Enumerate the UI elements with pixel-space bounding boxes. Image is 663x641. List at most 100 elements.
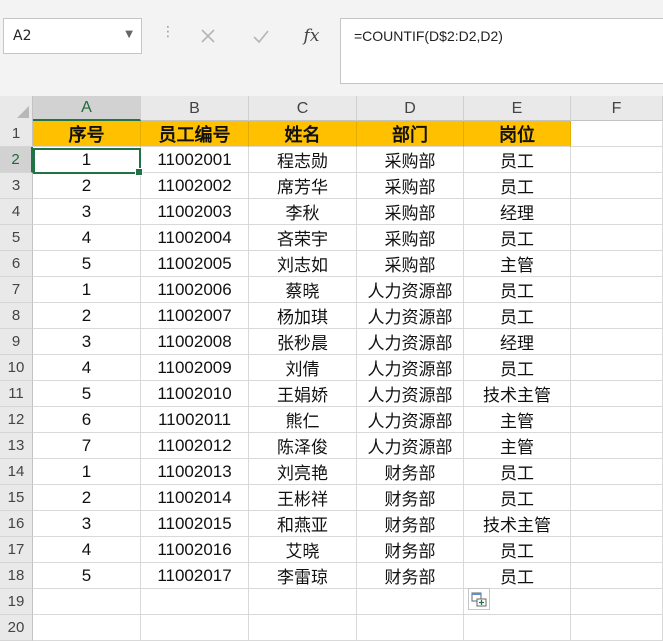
- row-header[interactable]: 8: [0, 303, 33, 329]
- cell-d9[interactable]: 人力资源部: [357, 329, 464, 355]
- cell-f8[interactable]: [571, 303, 663, 329]
- cell-d20[interactable]: [357, 615, 464, 641]
- cell-e6[interactable]: 主管: [464, 251, 571, 277]
- row-header[interactable]: 6: [0, 251, 33, 277]
- cell-f7[interactable]: [571, 277, 663, 303]
- cell-d10[interactable]: 人力资源部: [357, 355, 464, 381]
- cell-a17[interactable]: 4: [33, 537, 141, 563]
- cell-d2[interactable]: 采购部: [357, 147, 464, 173]
- cell-f11[interactable]: [571, 381, 663, 407]
- cell-c14[interactable]: 刘亮艳: [249, 459, 357, 485]
- cell-a3[interactable]: 2: [33, 173, 141, 199]
- cell-f6[interactable]: [571, 251, 663, 277]
- cell-e15[interactable]: 员工: [464, 485, 571, 511]
- cell-c19[interactable]: [249, 589, 357, 615]
- cell-f13[interactable]: [571, 433, 663, 459]
- cell-a9[interactable]: 3: [33, 329, 141, 355]
- cell-a8[interactable]: 2: [33, 303, 141, 329]
- cell-e8[interactable]: 员工: [464, 303, 571, 329]
- cell-c2[interactable]: 程志勋: [249, 147, 357, 173]
- row-header[interactable]: 11: [0, 381, 33, 407]
- row-header[interactable]: 13: [0, 433, 33, 459]
- cell-e10[interactable]: 员工: [464, 355, 571, 381]
- cell-e1[interactable]: 岗位: [464, 121, 571, 147]
- cell-b7[interactable]: 11002006: [141, 277, 249, 303]
- cell-f17[interactable]: [571, 537, 663, 563]
- cell-a13[interactable]: 7: [33, 433, 141, 459]
- cell-d12[interactable]: 人力资源部: [357, 407, 464, 433]
- cell-b12[interactable]: 11002011: [141, 407, 249, 433]
- confirm-formula-button[interactable]: [244, 18, 277, 54]
- row-header[interactable]: 18: [0, 563, 33, 589]
- cell-d5[interactable]: 采购部: [357, 225, 464, 251]
- cell-d18[interactable]: 财务部: [357, 563, 464, 589]
- cell-a14[interactable]: 1: [33, 459, 141, 485]
- column-header-e[interactable]: E: [464, 96, 571, 121]
- insert-function-button[interactable]: fx: [295, 18, 328, 54]
- cell-d7[interactable]: 人力资源部: [357, 277, 464, 303]
- cell-f16[interactable]: [571, 511, 663, 537]
- cell-f18[interactable]: [571, 563, 663, 589]
- cell-f15[interactable]: [571, 485, 663, 511]
- row-header[interactable]: 9: [0, 329, 33, 355]
- cell-b9[interactable]: 11002008: [141, 329, 249, 355]
- cell-b19[interactable]: [141, 589, 249, 615]
- cell-a1[interactable]: 序号: [33, 121, 141, 147]
- row-header[interactable]: 12: [0, 407, 33, 433]
- cell-b1[interactable]: 员工编号: [141, 121, 249, 147]
- cell-b18[interactable]: 11002017: [141, 563, 249, 589]
- cell-d1[interactable]: 部门: [357, 121, 464, 147]
- row-header[interactable]: 3: [0, 173, 33, 199]
- cell-a15[interactable]: 2: [33, 485, 141, 511]
- cell-e2[interactable]: 员工: [464, 147, 571, 173]
- cancel-formula-button[interactable]: [191, 18, 224, 54]
- cell-d14[interactable]: 财务部: [357, 459, 464, 485]
- cell-c5[interactable]: 吝荣宇: [249, 225, 357, 251]
- cell-c10[interactable]: 刘倩: [249, 355, 357, 381]
- cell-b10[interactable]: 11002009: [141, 355, 249, 381]
- cell-f3[interactable]: [571, 173, 663, 199]
- cell-c6[interactable]: 刘志如: [249, 251, 357, 277]
- column-header-f[interactable]: F: [571, 96, 663, 121]
- cell-a4[interactable]: 3: [33, 199, 141, 225]
- cell-e16[interactable]: 技术主管: [464, 511, 571, 537]
- row-header[interactable]: 15: [0, 485, 33, 511]
- cell-d17[interactable]: 财务部: [357, 537, 464, 563]
- row-header[interactable]: 5: [0, 225, 33, 251]
- cell-c13[interactable]: 陈泽俊: [249, 433, 357, 459]
- cell-d3[interactable]: 采购部: [357, 173, 464, 199]
- cell-e14[interactable]: 员工: [464, 459, 571, 485]
- row-header[interactable]: 16: [0, 511, 33, 537]
- row-header[interactable]: 19: [0, 589, 33, 615]
- row-header[interactable]: 1: [0, 121, 33, 147]
- cell-c7[interactable]: 蔡晓: [249, 277, 357, 303]
- cell-e4[interactable]: 经理: [464, 199, 571, 225]
- cell-b4[interactable]: 11002003: [141, 199, 249, 225]
- cell-a16[interactable]: 3: [33, 511, 141, 537]
- cell-f5[interactable]: [571, 225, 663, 251]
- cell-c20[interactable]: [249, 615, 357, 641]
- row-header[interactable]: 2: [0, 147, 33, 173]
- row-header[interactable]: 20: [0, 615, 33, 641]
- select-all-button[interactable]: [0, 96, 33, 121]
- more-options-icon[interactable]: ⋮: [161, 24, 175, 40]
- cell-e20[interactable]: [464, 615, 571, 641]
- cell-a6[interactable]: 5: [33, 251, 141, 277]
- cell-d6[interactable]: 采购部: [357, 251, 464, 277]
- cell-b8[interactable]: 11002007: [141, 303, 249, 329]
- cell-c8[interactable]: 杨加琪: [249, 303, 357, 329]
- row-header[interactable]: 17: [0, 537, 33, 563]
- cell-b2[interactable]: 11002001: [141, 147, 249, 173]
- cell-d19[interactable]: [357, 589, 464, 615]
- cell-c15[interactable]: 王彬祥: [249, 485, 357, 511]
- column-header-d[interactable]: D: [357, 96, 464, 121]
- cell-c4[interactable]: 李秋: [249, 199, 357, 225]
- cell-b3[interactable]: 11002002: [141, 173, 249, 199]
- cell-f20[interactable]: [571, 615, 663, 641]
- cell-b20[interactable]: [141, 615, 249, 641]
- cell-e7[interactable]: 员工: [464, 277, 571, 303]
- cell-e9[interactable]: 经理: [464, 329, 571, 355]
- cell-e18[interactable]: 员工: [464, 563, 571, 589]
- cell-f19[interactable]: [571, 589, 663, 615]
- cell-b17[interactable]: 11002016: [141, 537, 249, 563]
